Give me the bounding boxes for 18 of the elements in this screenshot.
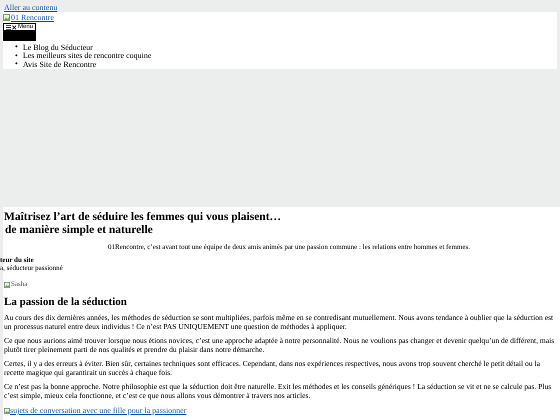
image-link[interactable]: sujets de conversation avec une fille pour la passionner [4, 406, 186, 415]
nav-link[interactable]: Avis Site de Rencontre [22, 60, 96, 69]
nav-link[interactable]: Le Blog du Séducteur [22, 42, 93, 52]
menu-icon [6, 24, 12, 30]
page-subtitle: de manière simple et naturelle [4, 224, 153, 237]
broken-image-icon [3, 14, 10, 21]
logo-link[interactable]: 01 Rencontre [3, 13, 54, 22]
menu-bar [3, 31, 36, 41]
list-bullet: • [15, 43, 18, 52]
skip-link[interactable]: Aller au contenu [4, 3, 58, 12]
list-bullet: • [15, 60, 18, 68]
broken-image-icon [4, 408, 10, 414]
list-bullet: • [15, 52, 18, 60]
broken-image-icon [4, 282, 10, 288]
page-title: Maîtrisez l’art de séduire les femmes qui vous plaisent… [4, 211, 282, 224]
section-heading: La passion de la séduction [4, 296, 127, 309]
close-icon [12, 24, 17, 30]
nav-link[interactable]: Les meilleurs sites de rencontre coquine [22, 51, 152, 60]
